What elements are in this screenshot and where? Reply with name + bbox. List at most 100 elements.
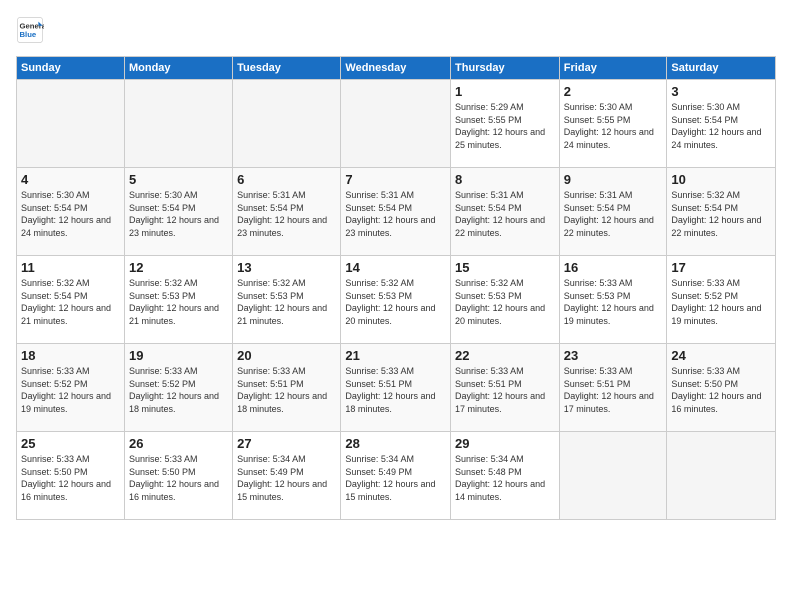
day-detail: Sunrise: 5:30 AMSunset: 5:54 PMDaylight:… bbox=[21, 189, 120, 239]
calendar-cell: 25 Sunrise: 5:33 AMSunset: 5:50 PMDayligh… bbox=[17, 432, 125, 520]
calendar-cell: 6 Sunrise: 5:31 AMSunset: 5:54 PMDaylight… bbox=[233, 168, 341, 256]
day-number: 16 bbox=[564, 260, 663, 275]
calendar-cell: 9 Sunrise: 5:31 AMSunset: 5:54 PMDaylight… bbox=[559, 168, 667, 256]
day-number: 21 bbox=[345, 348, 446, 363]
column-header-friday: Friday bbox=[559, 57, 667, 80]
calendar-cell: 20 Sunrise: 5:33 AMSunset: 5:51 PMDayligh… bbox=[233, 344, 341, 432]
day-detail: Sunrise: 5:32 AMSunset: 5:54 PMDaylight:… bbox=[21, 277, 120, 327]
day-detail: Sunrise: 5:33 AMSunset: 5:52 PMDaylight:… bbox=[21, 365, 120, 415]
day-number: 7 bbox=[345, 172, 446, 187]
calendar-cell: 27 Sunrise: 5:34 AMSunset: 5:49 PMDayligh… bbox=[233, 432, 341, 520]
day-detail: Sunrise: 5:33 AMSunset: 5:50 PMDaylight:… bbox=[129, 453, 228, 503]
calendar-cell: 10 Sunrise: 5:32 AMSunset: 5:54 PMDayligh… bbox=[667, 168, 776, 256]
day-number: 14 bbox=[345, 260, 446, 275]
column-header-thursday: Thursday bbox=[451, 57, 560, 80]
day-number: 23 bbox=[564, 348, 663, 363]
day-detail: Sunrise: 5:31 AMSunset: 5:54 PMDaylight:… bbox=[345, 189, 446, 239]
calendar-cell bbox=[233, 80, 341, 168]
day-detail: Sunrise: 5:29 AMSunset: 5:55 PMDaylight:… bbox=[455, 101, 555, 151]
calendar-cell: 23Sunrise: 5:33 AMSunset: 5:51 PMDayligh… bbox=[559, 344, 667, 432]
calendar-cell: 28 Sunrise: 5:34 AMSunset: 5:49 PMDayligh… bbox=[341, 432, 451, 520]
calendar-week-5: 25 Sunrise: 5:33 AMSunset: 5:50 PMDayligh… bbox=[17, 432, 776, 520]
calendar-cell: 24 Sunrise: 5:33 AMSunset: 5:50 PMDayligh… bbox=[667, 344, 776, 432]
day-number: 17 bbox=[671, 260, 771, 275]
calendar-cell bbox=[341, 80, 451, 168]
day-number: 9 bbox=[564, 172, 663, 187]
day-number: 27 bbox=[237, 436, 336, 451]
day-number: 18 bbox=[21, 348, 120, 363]
day-detail: Sunrise: 5:30 AMSunset: 5:54 PMDaylight:… bbox=[671, 101, 771, 151]
day-detail: Sunrise: 5:33 AMSunset: 5:50 PMDaylight:… bbox=[671, 365, 771, 415]
day-detail: Sunrise: 5:34 AMSunset: 5:48 PMDaylight:… bbox=[455, 453, 555, 503]
calendar-header-row: SundayMondayTuesdayWednesdayThursdayFrid… bbox=[17, 57, 776, 80]
day-number: 15 bbox=[455, 260, 555, 275]
day-detail: Sunrise: 5:34 AMSunset: 5:49 PMDaylight:… bbox=[345, 453, 446, 503]
day-number: 19 bbox=[129, 348, 228, 363]
day-number: 12 bbox=[129, 260, 228, 275]
day-detail: Sunrise: 5:33 AMSunset: 5:53 PMDaylight:… bbox=[564, 277, 663, 327]
calendar-cell bbox=[124, 80, 232, 168]
calendar-cell: 8 Sunrise: 5:31 AMSunset: 5:54 PMDaylight… bbox=[451, 168, 560, 256]
day-number: 10 bbox=[671, 172, 771, 187]
day-number: 29 bbox=[455, 436, 555, 451]
day-detail: Sunrise: 5:33 AMSunset: 5:51 PMDaylight:… bbox=[237, 365, 336, 415]
day-detail: Sunrise: 5:32 AMSunset: 5:53 PMDaylight:… bbox=[237, 277, 336, 327]
calendar-cell: 15 Sunrise: 5:32 AMSunset: 5:53 PMDayligh… bbox=[451, 256, 560, 344]
day-detail: Sunrise: 5:30 AMSunset: 5:55 PMDaylight:… bbox=[564, 101, 663, 151]
day-number: 2 bbox=[564, 84, 663, 99]
calendar-cell: 19Sunrise: 5:33 AMSunset: 5:52 PMDayligh… bbox=[124, 344, 232, 432]
day-number: 13 bbox=[237, 260, 336, 275]
calendar-cell: 21Sunrise: 5:33 AMSunset: 5:51 PMDayligh… bbox=[341, 344, 451, 432]
day-detail: Sunrise: 5:34 AMSunset: 5:49 PMDaylight:… bbox=[237, 453, 336, 503]
day-number: 24 bbox=[671, 348, 771, 363]
day-detail: Sunrise: 5:31 AMSunset: 5:54 PMDaylight:… bbox=[564, 189, 663, 239]
day-number: 4 bbox=[21, 172, 120, 187]
column-header-sunday: Sunday bbox=[17, 57, 125, 80]
calendar-cell: 2 Sunrise: 5:30 AMSunset: 5:55 PMDaylight… bbox=[559, 80, 667, 168]
logo: General Blue bbox=[16, 16, 48, 44]
day-number: 28 bbox=[345, 436, 446, 451]
column-header-saturday: Saturday bbox=[667, 57, 776, 80]
calendar-week-1: 1 Sunrise: 5:29 AMSunset: 5:55 PMDaylight… bbox=[17, 80, 776, 168]
column-header-monday: Monday bbox=[124, 57, 232, 80]
calendar-cell: 18 Sunrise: 5:33 AMSunset: 5:52 PMDayligh… bbox=[17, 344, 125, 432]
page-header: General Blue bbox=[16, 16, 776, 44]
day-detail: Sunrise: 5:31 AMSunset: 5:54 PMDaylight:… bbox=[237, 189, 336, 239]
day-number: 22 bbox=[455, 348, 555, 363]
day-number: 20 bbox=[237, 348, 336, 363]
day-number: 11 bbox=[21, 260, 120, 275]
day-detail: Sunrise: 5:32 AMSunset: 5:53 PMDaylight:… bbox=[345, 277, 446, 327]
day-number: 8 bbox=[455, 172, 555, 187]
day-number: 1 bbox=[455, 84, 555, 99]
calendar-cell: 16 Sunrise: 5:33 AMSunset: 5:53 PMDayligh… bbox=[559, 256, 667, 344]
day-detail: Sunrise: 5:31 AMSunset: 5:54 PMDaylight:… bbox=[455, 189, 555, 239]
day-detail: Sunrise: 5:32 AMSunset: 5:53 PMDaylight:… bbox=[129, 277, 228, 327]
calendar-cell bbox=[559, 432, 667, 520]
day-number: 6 bbox=[237, 172, 336, 187]
day-number: 26 bbox=[129, 436, 228, 451]
calendar-cell: 5 Sunrise: 5:30 AMSunset: 5:54 PMDaylight… bbox=[124, 168, 232, 256]
day-number: 5 bbox=[129, 172, 228, 187]
svg-text:Blue: Blue bbox=[20, 30, 37, 39]
calendar-cell: 1 Sunrise: 5:29 AMSunset: 5:55 PMDaylight… bbox=[451, 80, 560, 168]
day-detail: Sunrise: 5:33 AMSunset: 5:51 PMDaylight:… bbox=[455, 365, 555, 415]
day-detail: Sunrise: 5:33 AMSunset: 5:50 PMDaylight:… bbox=[21, 453, 120, 503]
calendar-cell: 7 Sunrise: 5:31 AMSunset: 5:54 PMDaylight… bbox=[341, 168, 451, 256]
calendar-week-4: 18 Sunrise: 5:33 AMSunset: 5:52 PMDayligh… bbox=[17, 344, 776, 432]
logo-icon: General Blue bbox=[16, 16, 44, 44]
calendar-cell: 13 Sunrise: 5:32 AMSunset: 5:53 PMDayligh… bbox=[233, 256, 341, 344]
calendar-cell: 11 Sunrise: 5:32 AMSunset: 5:54 PMDayligh… bbox=[17, 256, 125, 344]
day-detail: Sunrise: 5:32 AMSunset: 5:53 PMDaylight:… bbox=[455, 277, 555, 327]
calendar-week-3: 11 Sunrise: 5:32 AMSunset: 5:54 PMDayligh… bbox=[17, 256, 776, 344]
day-detail: Sunrise: 5:32 AMSunset: 5:54 PMDaylight:… bbox=[671, 189, 771, 239]
calendar-cell bbox=[667, 432, 776, 520]
day-number: 25 bbox=[21, 436, 120, 451]
calendar-cell: 14 Sunrise: 5:32 AMSunset: 5:53 PMDayligh… bbox=[341, 256, 451, 344]
day-number: 3 bbox=[671, 84, 771, 99]
day-detail: Sunrise: 5:30 AMSunset: 5:54 PMDaylight:… bbox=[129, 189, 228, 239]
calendar-cell: 29 Sunrise: 5:34 AMSunset: 5:48 PMDayligh… bbox=[451, 432, 560, 520]
calendar-cell: 26 Sunrise: 5:33 AMSunset: 5:50 PMDayligh… bbox=[124, 432, 232, 520]
calendar-cell: 22 Sunrise: 5:33 AMSunset: 5:51 PMDayligh… bbox=[451, 344, 560, 432]
svg-text:General: General bbox=[20, 22, 45, 31]
column-header-wednesday: Wednesday bbox=[341, 57, 451, 80]
